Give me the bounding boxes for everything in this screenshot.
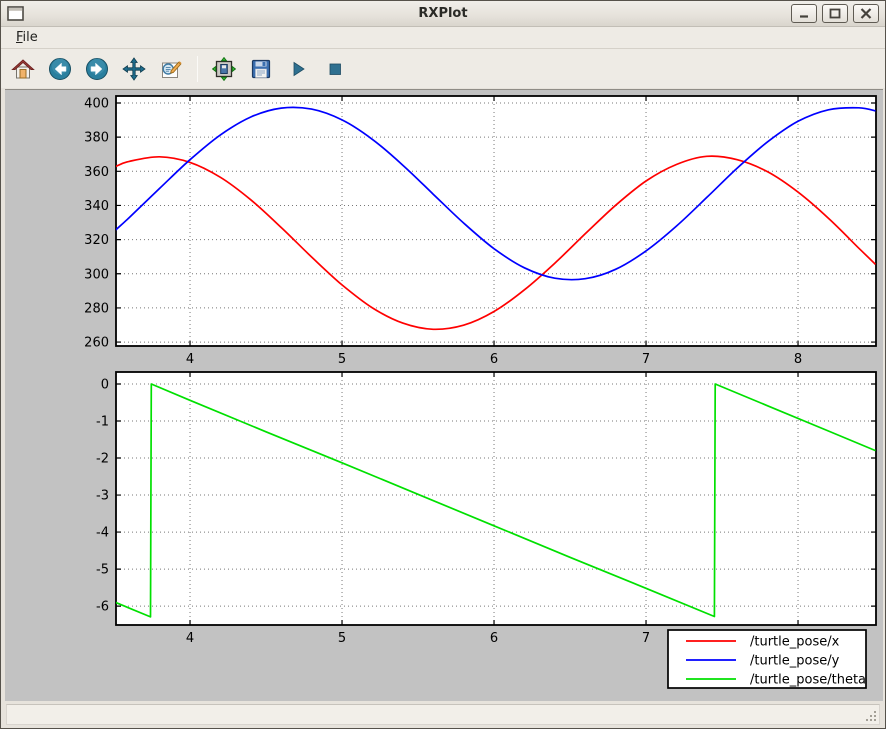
- menu-item-file[interactable]: File: [9, 28, 45, 47]
- save-icon: [250, 58, 272, 80]
- svg-text:260: 260: [84, 336, 109, 351]
- play-button[interactable]: [284, 54, 312, 84]
- svg-text:8: 8: [794, 352, 802, 367]
- stop-icon: [324, 58, 346, 80]
- svg-text:7: 7: [642, 631, 650, 646]
- forward-icon: [85, 57, 109, 81]
- svg-text:-5: -5: [96, 563, 109, 578]
- save-button[interactable]: [247, 54, 275, 84]
- titlebar[interactable]: RXPlot: [1, 1, 885, 27]
- plot-canvas[interactable]: 4567826028030032034036038040045678-6-5-4…: [5, 90, 883, 702]
- configure-subplots-icon: [212, 57, 236, 81]
- pan-icon: [122, 57, 146, 81]
- forward-button[interactable]: [83, 54, 111, 84]
- svg-text:280: 280: [84, 301, 109, 316]
- svg-text:300: 300: [84, 267, 109, 282]
- close-icon: [860, 8, 872, 19]
- svg-text:360: 360: [84, 165, 109, 180]
- svg-text:5: 5: [338, 352, 346, 367]
- play-icon: [287, 58, 309, 80]
- svg-text:0: 0: [101, 377, 109, 392]
- figure-area: 4567826028030032034036038040045678-6-5-4…: [5, 89, 883, 701]
- back-button[interactable]: [46, 54, 74, 84]
- pan-button[interactable]: [120, 54, 148, 84]
- svg-text:400: 400: [84, 97, 109, 112]
- svg-text:-2: -2: [96, 452, 109, 467]
- rxplot-window: RXPlot File: [0, 0, 886, 729]
- svg-text:/turtle_pose/y: /turtle_pose/y: [750, 654, 840, 669]
- svg-text:-6: -6: [96, 600, 109, 615]
- menubar: File: [1, 27, 885, 49]
- svg-text:4: 4: [186, 352, 194, 367]
- statusbar: [6, 704, 880, 725]
- resize-grip[interactable]: [864, 709, 878, 723]
- close-button[interactable]: [853, 4, 879, 23]
- window-title: RXPlot: [1, 6, 885, 21]
- minimize-icon: [798, 8, 810, 19]
- svg-text:5: 5: [338, 631, 346, 646]
- maximize-icon: [829, 8, 841, 19]
- zoom-to-rect-icon: [159, 57, 183, 81]
- svg-text:/turtle_pose/x: /turtle_pose/x: [750, 635, 840, 650]
- back-icon: [48, 57, 72, 81]
- svg-text:380: 380: [84, 131, 109, 146]
- toolbar-separator: [197, 56, 198, 82]
- home-icon: [11, 57, 35, 81]
- svg-text:-1: -1: [96, 415, 109, 430]
- home-button[interactable]: [9, 54, 37, 84]
- svg-text:6: 6: [490, 631, 498, 646]
- svg-text:-3: -3: [96, 489, 109, 504]
- svg-text:6: 6: [490, 352, 498, 367]
- toolbar: [1, 49, 885, 88]
- svg-text:/turtle_pose/theta: /turtle_pose/theta: [750, 673, 866, 688]
- minimize-button[interactable]: [791, 4, 817, 23]
- zoom-to-rect-button[interactable]: [157, 54, 185, 84]
- maximize-button[interactable]: [822, 4, 848, 23]
- svg-text:4: 4: [186, 631, 194, 646]
- svg-text:-4: -4: [96, 526, 109, 541]
- app-window-icon: [7, 6, 24, 21]
- svg-text:340: 340: [84, 199, 109, 214]
- stop-button[interactable]: [321, 54, 349, 84]
- configure-subplots-button[interactable]: [210, 54, 238, 84]
- svg-text:7: 7: [642, 352, 650, 367]
- svg-text:320: 320: [84, 233, 109, 248]
